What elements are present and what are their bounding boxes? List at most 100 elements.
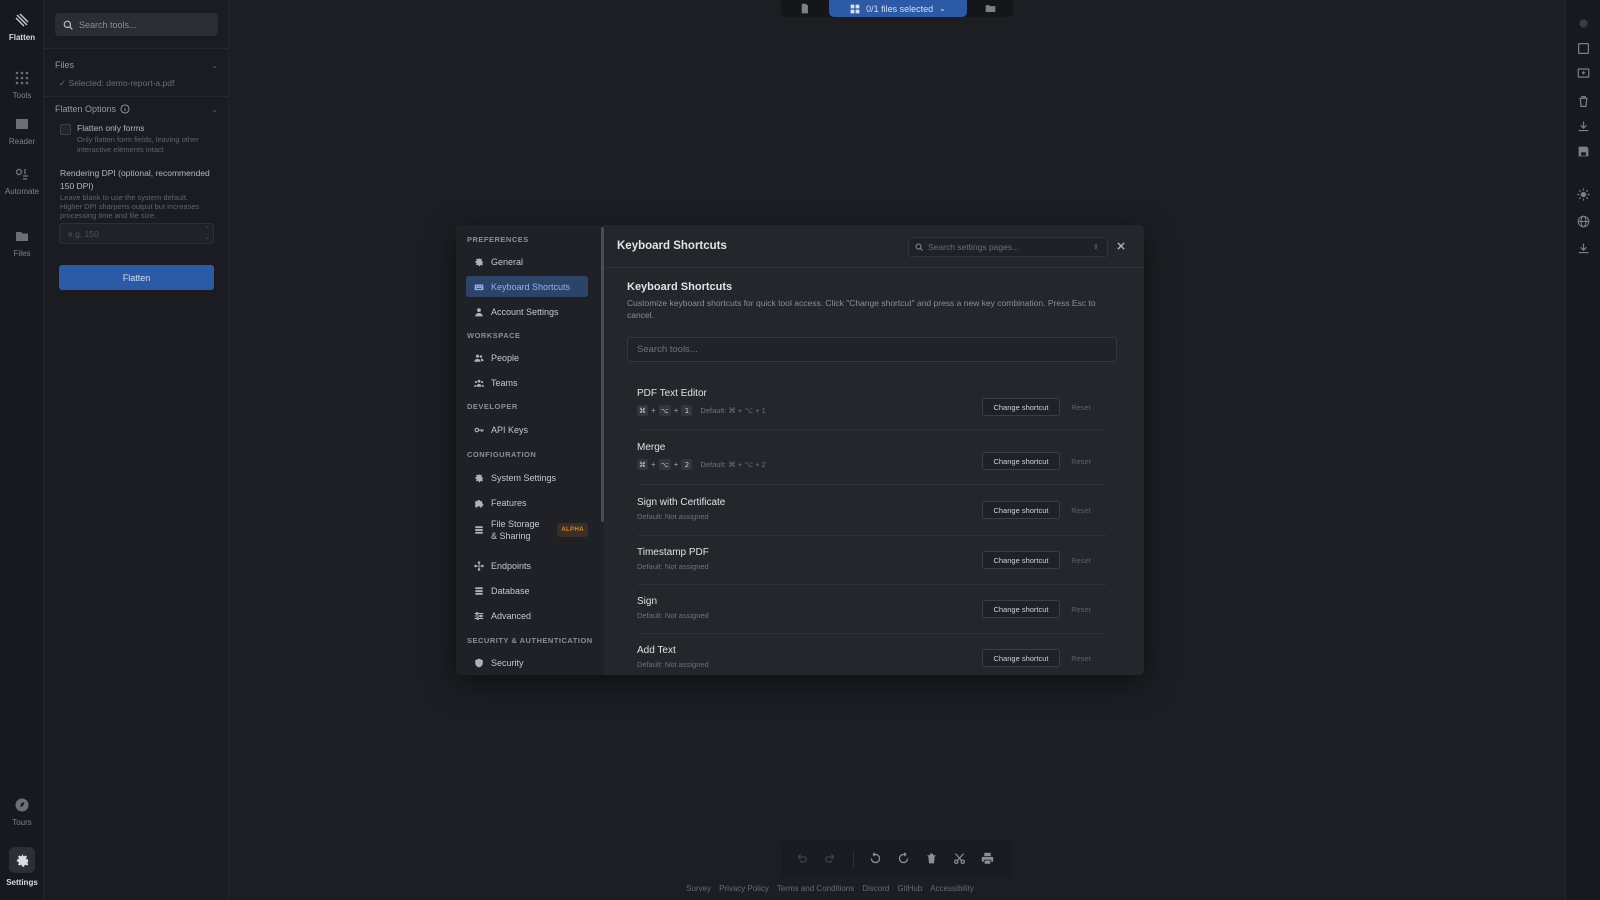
reset-button[interactable]: Reset — [1067, 551, 1095, 569]
nav-item-keyboard-shortcuts[interactable]: Keyboard Shortcuts — [466, 276, 588, 297]
selected-file: ✓ Selected: demo-report-a.pdf — [59, 78, 175, 88]
teams-icon — [474, 379, 484, 387]
nav-item-label: Database — [491, 585, 530, 596]
change-shortcut-button[interactable]: Change shortcut — [982, 649, 1060, 667]
reset-button[interactable]: Reset — [1067, 600, 1095, 618]
rail-item-settings[interactable]: Settings — [0, 847, 44, 887]
reader-icon — [16, 119, 28, 129]
nav-item-account-settings[interactable]: Account Settings — [466, 301, 588, 322]
reset-button[interactable]: Reset — [1067, 452, 1095, 470]
dpi-input[interactable] — [60, 228, 200, 239]
settings-nav: PREFERENCES General Keyboard Shortcuts A… — [456, 225, 604, 675]
close-icon[interactable] — [1116, 241, 1126, 251]
nav-item-teams[interactable]: Teams — [466, 372, 588, 393]
download-icon[interactable] — [1577, 120, 1590, 133]
endpoints-icon — [474, 560, 484, 571]
theme-toggle-icon[interactable] — [1577, 188, 1590, 201]
bottom-toolbar — [782, 840, 1012, 878]
rail-item-tools[interactable]: Tools — [0, 70, 44, 100]
download-icon[interactable] — [1577, 242, 1590, 255]
nav-item-label: Keyboard Shortcuts — [491, 281, 571, 292]
tool-search-input[interactable] — [79, 19, 209, 30]
rail-label: Files — [13, 249, 31, 258]
chevron-down-icon: ⌄ — [211, 60, 218, 70]
gear-icon — [475, 473, 483, 482]
gear-icon[interactable] — [1577, 17, 1590, 30]
image-select-icon[interactable] — [1577, 67, 1590, 80]
print-icon[interactable] — [981, 852, 994, 865]
rotate-left-icon[interactable] — [869, 852, 882, 865]
file-icon[interactable] — [799, 3, 810, 14]
nav-item-advanced[interactable]: Advanced — [466, 605, 588, 626]
footer-link-privacy[interactable]: Privacy Policy — [719, 884, 769, 893]
settings-search[interactable]: ⇕ — [908, 237, 1108, 257]
nav-item-label: Advanced — [491, 610, 532, 621]
footer-link-accessibility[interactable]: Accessibility — [930, 884, 974, 893]
rail-item-reader[interactable]: Reader — [0, 116, 44, 146]
tours-icon — [15, 798, 29, 812]
keyboard-icon — [474, 284, 484, 290]
footer: Survey Privacy Policy Terms and Conditio… — [0, 884, 1600, 893]
flatten-button[interactable]: Flatten — [59, 265, 214, 290]
shortcut-search-input[interactable] — [628, 338, 1116, 361]
rotate-right-icon[interactable] — [897, 852, 910, 865]
save-icon[interactable] — [1577, 145, 1590, 158]
nav-group-configuration: CONFIGURATION — [467, 450, 537, 459]
reset-button[interactable]: Reset — [1067, 501, 1095, 519]
info-icon[interactable] — [120, 104, 130, 114]
gear-icon — [475, 257, 483, 266]
flatten-forms-option[interactable]: Flatten only forms Only flatten form fie… — [60, 123, 212, 155]
options-section-header[interactable]: Flatten Options ⌄ — [55, 104, 218, 114]
folder-icon[interactable] — [985, 3, 996, 14]
nav-item-api-keys[interactable]: API Keys — [466, 419, 588, 440]
reset-button[interactable]: Reset — [1067, 398, 1095, 416]
nav-item-label: Account Settings — [491, 306, 559, 317]
rail-item-files[interactable]: Files — [0, 228, 44, 258]
nav-item-label: System Settings — [491, 472, 557, 483]
rail-item-tours[interactable]: Tours — [0, 797, 44, 827]
change-shortcut-button[interactable]: Change shortcut — [982, 600, 1060, 618]
nav-item-database[interactable]: Database — [466, 580, 588, 601]
shortcut-row: Sign with Certificate Default: Not assig… — [637, 497, 1107, 521]
right-rail — [1565, 0, 1600, 900]
nav-item-file-storage[interactable]: File Storage & Sharing ALPHA — [466, 515, 588, 545]
select-box-icon[interactable] — [1577, 42, 1590, 55]
flatten-forms-checkbox[interactable] — [60, 124, 71, 135]
nav-item-security[interactable]: Security — [466, 652, 588, 673]
nav-item-endpoints[interactable]: Endpoints — [466, 555, 588, 576]
globe-icon[interactable] — [1577, 215, 1590, 228]
reset-button[interactable]: Reset — [1067, 649, 1095, 667]
trash-icon[interactable] — [925, 852, 938, 865]
redo-icon[interactable] — [824, 852, 837, 865]
footer-link-github[interactable]: GitHub — [897, 884, 922, 893]
modal-title: Keyboard Shortcuts — [617, 240, 727, 252]
shortcut-default: Default: ⌘ + ⌥ + 1 — [700, 406, 766, 415]
row-divider — [637, 584, 1107, 585]
nav-scrollbar[interactable] — [601, 227, 604, 522]
nav-item-people[interactable]: People — [466, 347, 588, 368]
nav-item-features[interactable]: Features — [466, 492, 588, 513]
change-shortcut-button[interactable]: Change shortcut — [982, 452, 1060, 470]
change-shortcut-button[interactable]: Change shortcut — [982, 398, 1060, 416]
nav-item-system-settings[interactable]: System Settings — [466, 467, 588, 488]
change-shortcut-button[interactable]: Change shortcut — [982, 551, 1060, 569]
scissors-icon[interactable] — [953, 852, 966, 865]
footer-link-survey[interactable]: Survey — [686, 884, 711, 893]
nav-item-general[interactable]: General — [466, 251, 588, 272]
change-shortcut-button[interactable]: Change shortcut — [982, 501, 1060, 519]
footer-link-terms[interactable]: Terms and Conditions — [777, 884, 854, 893]
trash-icon[interactable] — [1577, 95, 1590, 108]
rail-item-flatten[interactable]: Flatten — [0, 12, 44, 42]
dpi-stepper[interactable]: ⌃ ⌄ — [205, 226, 210, 242]
dpi-field[interactable]: ⌃⌄ — [59, 223, 214, 244]
undo-icon[interactable] — [795, 852, 808, 865]
rail-item-automate[interactable]: Automate — [0, 166, 44, 196]
tool-search[interactable] — [55, 13, 218, 36]
settings-search-input[interactable] — [928, 242, 1088, 252]
footer-link-discord[interactable]: Discord — [862, 884, 889, 893]
files-header: Files — [55, 60, 75, 70]
shortcut-search[interactable] — [627, 337, 1117, 362]
files-section-header[interactable]: Files ⌄ — [55, 60, 218, 70]
rail-label: Tours — [12, 818, 32, 827]
files-selected-dropdown[interactable]: 0/1 files selected ⌄ — [829, 0, 967, 17]
